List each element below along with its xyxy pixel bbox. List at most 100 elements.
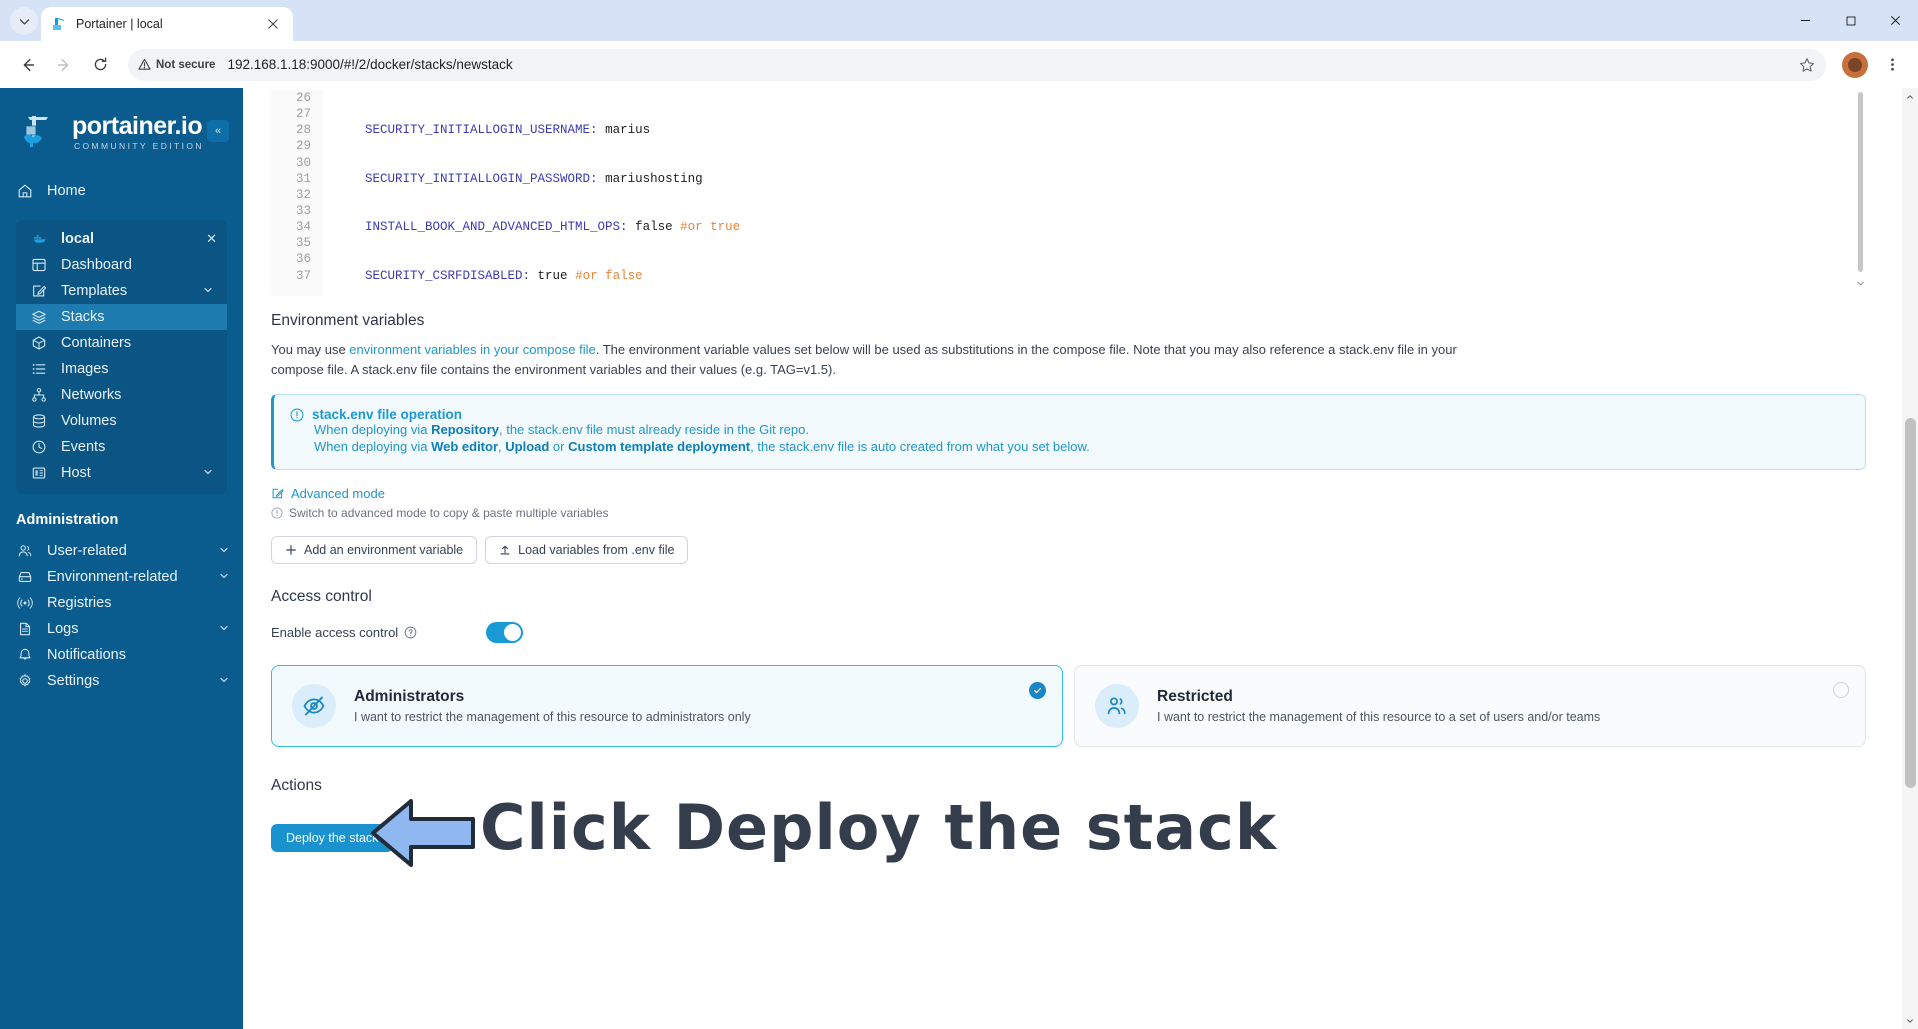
annotation-text: Click Deploy the stack (480, 791, 1278, 864)
sidebar-item-events[interactable]: Events (16, 434, 227, 460)
gear-icon (16, 673, 33, 690)
scroll-down-icon[interactable] (1902, 1012, 1918, 1029)
sidebar-item-label: Containers (61, 335, 132, 351)
environment-variables-description: You may use environment variables in you… (271, 340, 1501, 380)
sidebar-item-stacks[interactable]: Stacks (16, 304, 227, 330)
sidebar-item-registries[interactable]: Registries (0, 590, 243, 616)
access-card-desc: I want to restrict the management of thi… (354, 710, 751, 724)
desc-pre: You may use (271, 342, 350, 357)
arrow-left-annotation (367, 797, 477, 874)
enable-access-control-toggle[interactable] (486, 622, 523, 643)
add-environment-variable-button[interactable]: Add an environment variable (271, 536, 478, 564)
docker-whale-icon (30, 231, 47, 248)
sidebar-item-home[interactable]: Home (0, 176, 243, 206)
info-box-title-row: stack.env file operation (290, 407, 1849, 422)
editor-code-area[interactable]: SECURITY_INITIALLOGIN_USERNAME: marius S… (323, 90, 1866, 296)
question-circle-icon[interactable] (404, 626, 417, 639)
sidebar-item-label: Volumes (61, 413, 117, 429)
chevron-down-icon (203, 467, 213, 480)
advanced-mode-toggle[interactable]: Advanced mode (271, 486, 1866, 501)
custom-template-term: Custom template deployment (568, 438, 751, 454)
sidebar-item-environment-related[interactable]: Environment-related (0, 564, 243, 590)
window-close-button[interactable] (1873, 0, 1918, 41)
portainer-logo: portainer.io COMMUNITY EDITION « (0, 92, 243, 174)
tab-search-icon[interactable] (10, 7, 38, 35)
sidebar-item-containers[interactable]: Containers (16, 330, 227, 356)
environment-icon (16, 569, 33, 586)
sidebar-item-logs[interactable]: Logs (0, 616, 243, 642)
sidebar-collapse-button[interactable]: « (207, 120, 229, 142)
page-scrollbar[interactable] (1902, 88, 1918, 1029)
security-label: Not secure (156, 58, 216, 71)
window-minimize-button[interactable] (1783, 0, 1828, 41)
editor-scroll-down-icon[interactable] (1856, 278, 1865, 294)
sidebar-item-templates[interactable]: Templates (16, 278, 227, 304)
unselected-radio[interactable] (1833, 682, 1849, 698)
browser-tab[interactable]: Portainer | local (41, 7, 293, 41)
images-icon (30, 361, 47, 378)
access-card-title: Administrators (354, 688, 465, 705)
web-editor-term: Web editor (431, 438, 499, 454)
sidebar-item-settings[interactable]: Settings (0, 668, 243, 694)
sidebar-environment-close-icon[interactable]: ✕ (206, 231, 217, 247)
edit-square-icon (271, 487, 284, 500)
info-circle-icon (271, 507, 283, 519)
advanced-mode-hint-text: Switch to advanced mode to copy & paste … (289, 506, 609, 520)
scroll-up-icon[interactable] (1902, 88, 1918, 105)
eye-off-icon (292, 684, 336, 728)
scrollbar-thumb[interactable] (1905, 418, 1916, 788)
address-bar[interactable]: Not secure 192.168.1.18:9000/#!/2/docker… (128, 48, 1826, 81)
chevron-down-icon (219, 545, 229, 558)
sidebar-item-volumes[interactable]: Volumes (16, 408, 227, 434)
selected-check-icon (1029, 682, 1046, 699)
info-circle-icon (290, 408, 304, 422)
enable-access-control-label: Enable access control (271, 625, 486, 640)
editor-scrollbar[interactable] (1858, 92, 1863, 272)
advanced-mode-label: Advanced mode (291, 486, 385, 501)
actions-row: Deploy the stack Click Deploy the stack (271, 791, 1866, 867)
sidebar-item-label: User-related (47, 543, 127, 559)
chevron-down-icon (219, 623, 229, 636)
bell-icon (16, 647, 33, 664)
stacks-icon (30, 309, 47, 326)
compose-env-vars-link[interactable]: environment variables in your compose fi… (349, 342, 595, 357)
sidebar-admin-title: Administration (16, 512, 119, 528)
sidebar-item-label: Logs (47, 621, 79, 637)
sidebar-item-dashboard[interactable]: Dashboard (16, 252, 227, 278)
sidebar-item-notifications[interactable]: Notifications (0, 642, 243, 668)
sidebar-item-label: Notifications (47, 647, 126, 663)
security-indicator[interactable]: Not secure (138, 58, 221, 71)
bookmark-star-icon[interactable] (1794, 52, 1820, 78)
load-env-file-label: Load variables from .env file (518, 543, 675, 557)
access-card-administrators[interactable]: Administrators I want to restrict the ma… (271, 665, 1063, 747)
chevron-down-icon (219, 675, 229, 688)
avatar[interactable] (1842, 51, 1868, 78)
sidebar-item-label: Settings (47, 673, 100, 689)
reload-button[interactable] (84, 49, 116, 81)
editor-line-numbers: 26 27 28 29 30 31 32 33 34 35 36 37 (271, 90, 323, 296)
sidebar-environment-local[interactable]: local ✕ (16, 226, 227, 252)
volumes-icon (30, 413, 47, 430)
chevron-down-icon (219, 571, 229, 584)
toggle-knob (504, 624, 521, 641)
sidebar-item-networks[interactable]: Networks (16, 382, 227, 408)
networks-icon (30, 387, 47, 404)
forward-button[interactable] (48, 49, 80, 81)
access-card-restricted[interactable]: Restricted I want to restrict the manage… (1074, 665, 1866, 747)
sidebar-item-label: Images (61, 361, 109, 377)
browser-menu-icon[interactable] (1878, 51, 1906, 79)
back-button[interactable] (12, 49, 44, 81)
info-box-line-2: When deploying via Web editor, Upload or… (314, 438, 1090, 454)
tab-close-icon[interactable] (263, 14, 283, 34)
home-icon (16, 183, 33, 200)
sidebar-item-user-related[interactable]: User-related (0, 538, 243, 564)
sidebar-item-host[interactable]: Host (16, 460, 227, 486)
main-content: 26 27 28 29 30 31 32 33 34 35 36 37 SECURITY_INI… (243, 88, 1918, 1029)
page-body: portainer.io COMMUNITY EDITION « Home lo… (0, 88, 1918, 1029)
users-icon (1095, 684, 1139, 728)
sidebar-item-images[interactable]: Images (16, 356, 227, 382)
window-maximize-button[interactable] (1828, 0, 1873, 41)
compose-file-editor[interactable]: 26 27 28 29 30 31 32 33 34 35 36 37 SECURITY_INI… (271, 88, 1866, 296)
access-card-desc: I want to restrict the management of thi… (1157, 710, 1601, 724)
load-variables-from-env-file-button[interactable]: Load variables from .env file (485, 536, 689, 564)
